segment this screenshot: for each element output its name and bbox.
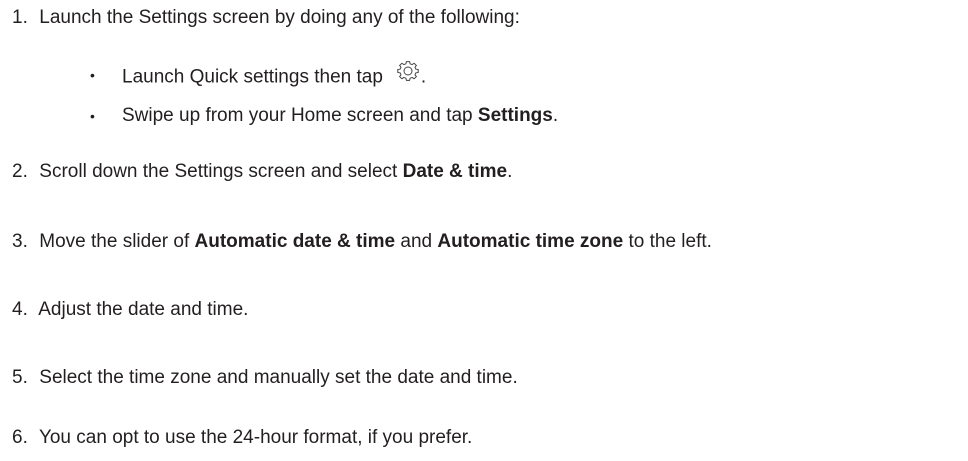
step-6: 6. You can opt to use the 24-hour format… (12, 426, 472, 450)
step-text: Select the time zone and manually set th… (39, 367, 518, 388)
step-text-after: to the left. (623, 231, 712, 252)
bullet-text: Swipe up from your Home screen and tap (122, 105, 478, 126)
step-text: You can opt to use the 24-hour format, i… (38, 427, 473, 448)
step-5: 5. Select the time zone and manually set… (12, 366, 518, 390)
bullet-text: Launch Quick settings then tap (122, 66, 383, 88)
step-1: 1. Launch the Settings screen by doing a… (12, 6, 520, 30)
step-text: Move the slider of (39, 231, 195, 252)
gear-icon (397, 61, 419, 90)
step-text-after: . (507, 161, 513, 182)
step-text: Adjust the date and time. (38, 299, 249, 320)
step-text: Launch the Settings screen by doing any … (39, 7, 520, 28)
step-number: 4. (12, 299, 28, 320)
step-3: 3. Move the slider of Automatic date & t… (12, 230, 712, 254)
step-number: 5. (12, 367, 28, 388)
step-2: 2. Scroll down the Settings screen and s… (12, 160, 512, 184)
step-4: 4. Adjust the date and time. (12, 298, 248, 322)
bullet-text-after: . (552, 105, 559, 126)
step-number: 2. (12, 161, 28, 182)
bullet-item: Swipe up from your Home screen and tap S… (122, 104, 558, 128)
bullet-bold-text: Settings (477, 105, 553, 126)
bullet-dot: • (90, 67, 95, 83)
step-bold-text: Automatic date & time (194, 231, 396, 252)
bullet-dot: • (90, 108, 95, 124)
step-bold-text-2: Automatic time zone (437, 231, 624, 252)
step-number: 3. (12, 231, 28, 252)
bullet-text-after: . (420, 66, 427, 88)
step-text: Scroll down the Settings screen and sele… (39, 161, 403, 182)
step-number: 6. (12, 427, 28, 448)
bullet-item: Launch Quick settings then tap . (122, 61, 427, 92)
step-text-mid: and (395, 231, 438, 252)
step-number: 1. (12, 7, 28, 28)
step-bold-text: Date & time (402, 161, 508, 182)
